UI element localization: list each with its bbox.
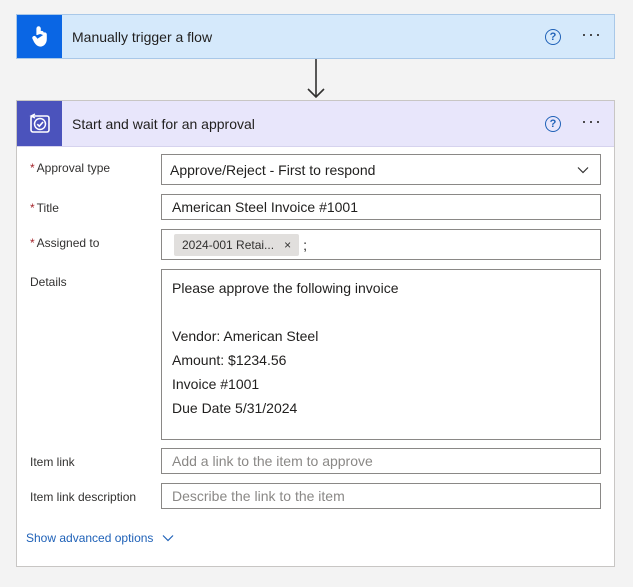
details-label: Details [30, 275, 67, 289]
item-link-description-label: Item link description [30, 490, 137, 504]
arrow-down-icon [307, 59, 325, 99]
assigned-to-label: * Assigned to [30, 236, 100, 250]
details-textarea[interactable]: Please approve the following invoice Ven… [161, 269, 601, 440]
trigger-header[interactable]: Manually trigger a flow ? ··· [17, 15, 614, 58]
item-link-input[interactable]: Add a link to the item to approve [161, 448, 601, 474]
details-line: Vendor: American Steel [172, 328, 319, 344]
approval-check-icon [17, 101, 62, 146]
item-link-description-input[interactable]: Describe the link to the item [161, 483, 601, 509]
remove-token-icon[interactable]: × [284, 238, 291, 252]
help-icon[interactable]: ? [545, 115, 562, 132]
details-line: Invoice #1001 [172, 376, 260, 392]
approval-card: Start and wait for an approval ? ··· * Ap… [16, 100, 615, 567]
approval-type-label: * Approval type [30, 161, 111, 175]
title-value: American Steel Invoice #1001 [172, 199, 358, 215]
assigned-to-input[interactable]: 2024-001 Retai... × ; [161, 229, 601, 260]
required-marker: * [30, 201, 35, 215]
show-advanced-options-link[interactable]: Show advanced options [26, 531, 175, 545]
trigger-title: Manually trigger a flow [72, 28, 213, 45]
chevron-down-icon [163, 535, 174, 542]
approval-type-value: Approve/Reject - First to respond [170, 161, 376, 178]
details-line: Please approve the following invoice [172, 280, 399, 296]
details-line: Due Date 5/31/2024 [172, 400, 298, 416]
required-marker: * [30, 236, 35, 250]
approval-title: Start and wait for an approval [72, 115, 255, 132]
title-label: * Title [30, 201, 59, 215]
more-options-icon[interactable]: ··· [581, 25, 602, 45]
approval-type-select[interactable]: Approve/Reject - First to respond [161, 154, 601, 185]
item-link-placeholder: Add a link to the item to approve [172, 453, 373, 469]
chevron-down-icon[interactable] [576, 163, 590, 177]
details-line: Amount: $1234.56 [172, 352, 287, 368]
trigger-card[interactable]: Manually trigger a flow ? ··· [16, 14, 615, 59]
required-marker: * [30, 161, 35, 175]
title-input[interactable]: American Steel Invoice #1001 [161, 194, 601, 220]
assignee-token[interactable]: 2024-001 Retai... × [174, 233, 300, 256]
hand-touch-icon [17, 15, 62, 58]
details-line [172, 300, 590, 324]
approval-header[interactable]: Start and wait for an approval ? ··· [17, 101, 614, 147]
item-link-label: Item link [30, 455, 75, 469]
item-link-description-placeholder: Describe the link to the item [172, 488, 345, 504]
token-separator: ; [303, 236, 307, 253]
more-options-icon[interactable]: ··· [581, 112, 602, 132]
help-icon[interactable]: ? [545, 28, 562, 45]
